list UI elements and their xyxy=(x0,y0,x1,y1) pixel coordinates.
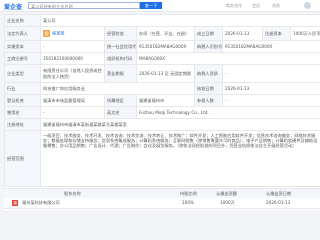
address-value: 福建省福州市福清市某街道某路某号某楼某室 xyxy=(39,118,320,131)
credit-code-label: 统一社会信用代码 xyxy=(104,40,137,53)
shareholder-amount: 1000万 xyxy=(220,200,235,205)
page-bottom-area xyxy=(0,210,320,240)
legal-rep-avatar: 程 xyxy=(43,30,50,37)
legal-rep-label: 法定代表人 xyxy=(4,26,41,41)
status-label: 经营状态 xyxy=(104,26,137,41)
shareholder-ratio: 100% xyxy=(182,200,194,205)
top-bar: 爱企查 某公司持有的企业名称 查一下 商务合作 会员 消息 xyxy=(0,0,320,12)
insured-label: 参保人数 xyxy=(194,94,223,107)
paid-capital-label: 实缴资本 xyxy=(4,40,41,53)
established-value: 2026-01-13 xyxy=(222,26,263,41)
search-button[interactable]: 查一下 xyxy=(140,2,162,9)
english-name-value: Fuzhou Moqi Technology Co., Ltd. xyxy=(135,106,320,119)
approval-label: 核准日期 xyxy=(194,82,223,95)
scope-value: 一般项目：技术服务、技术开发、技术咨询、技术交流、技术转让、技术推广；软件开发；… xyxy=(39,130,320,187)
company-info-table: 企业名称 某公司 法定代表人 程程某某 经营状态 存续（在营、开业、在册） 成立… xyxy=(4,14,320,187)
former-name-value: - xyxy=(40,106,105,119)
company-name-label: 企业名称 xyxy=(4,14,41,27)
reg-capital-label: 注册资本 xyxy=(262,26,291,41)
industry-label: 行业 xyxy=(4,82,41,95)
table-row[interactable]: 福 福州某科技有限公司 100% 1000万 2026-01-13 xyxy=(4,198,320,209)
biz-reg-value: 350182100000000 xyxy=(40,52,105,65)
approval-value: 2026-01-13 xyxy=(221,82,320,95)
authority-label: 登记机关 xyxy=(4,94,41,107)
legal-rep-cell: 程程某某 xyxy=(40,26,105,41)
nav-item-messages[interactable]: 消息 xyxy=(272,3,280,9)
english-name-label: 英文名 xyxy=(104,106,137,119)
company-logo-icon: 福 xyxy=(12,200,18,206)
established-label: 成立日期 xyxy=(194,26,223,41)
taxpayer-qual-label: 纳税人资质 xyxy=(194,64,223,83)
biz-reg-label: 工商注册号 xyxy=(4,52,41,65)
scope-label: 经营范围 xyxy=(4,130,41,187)
search-input[interactable]: 某公司持有的企业名称 xyxy=(28,2,140,9)
user-avatar-icon[interactable] xyxy=(304,2,311,9)
company-name[interactable]: 某公司 xyxy=(39,14,320,27)
company-type-label: 企业类型 xyxy=(4,64,41,83)
term-label: 营业期限 xyxy=(104,64,137,83)
region-label: 所属地区 xyxy=(104,94,137,107)
former-name-label: 曾用名 xyxy=(4,106,41,119)
taxpayer-id-value: 91350182MA8AG000X xyxy=(221,40,320,53)
shareholder-date: 2026-01-13 xyxy=(266,200,291,205)
nav-item-vip[interactable]: 会员 xyxy=(252,3,260,9)
taxpayer-id-label: 纳税人识别号 xyxy=(194,40,223,53)
paid-capital-value: - xyxy=(40,40,105,53)
region-value: 福建省福州市 xyxy=(136,94,195,107)
taxpayer-qual-value: - xyxy=(221,64,320,83)
brand-logo[interactable]: 爱企查 xyxy=(4,2,22,11)
legal-rep-name[interactable]: 程某某 xyxy=(52,31,65,36)
nav-item-business[interactable]: 商务合作 xyxy=(226,3,242,9)
address-label: 注册地址 xyxy=(4,118,41,131)
insured-value: - xyxy=(221,94,320,107)
org-code-label: 组织机构代码 xyxy=(104,52,137,65)
authority-value: 福清市市场监督管理局 xyxy=(40,94,105,107)
industry-value: 科技推广和应用服务业 xyxy=(40,82,195,95)
status-value: 存续（在营、开业、在册） xyxy=(136,26,195,41)
org-code-value: MA8AG000X xyxy=(135,52,320,65)
reg-capital-value: 1000万人民币 xyxy=(289,26,320,41)
term-value: 2026-01-13 至 无固定期限 xyxy=(136,64,195,83)
shareholder-name[interactable]: 福州某科技有限公司 xyxy=(22,198,60,208)
company-type-value: 有限责任公司（自然人投资或控股的法人独资） xyxy=(40,64,105,83)
credit-code-value: 91350182MA8AG000X xyxy=(136,40,195,53)
